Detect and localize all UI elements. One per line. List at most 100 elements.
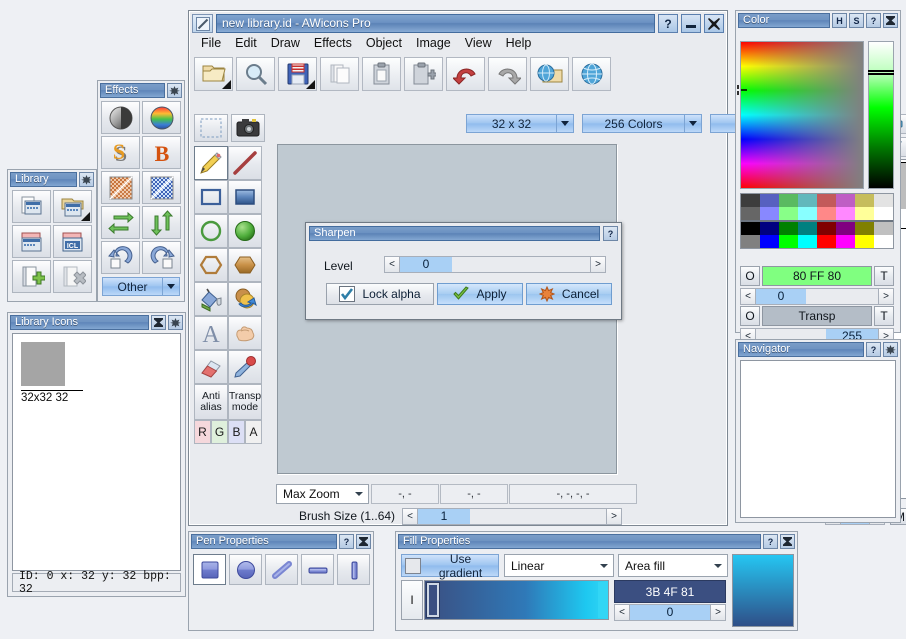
palette-swatch[interactable] (741, 207, 760, 220)
channel-r-button[interactable]: R (194, 420, 211, 444)
zoom-toolbar-button[interactable] (236, 57, 275, 91)
color-palette[interactable] (740, 193, 894, 249)
palette-swatch[interactable] (855, 222, 874, 235)
open-library-button[interactable] (53, 190, 92, 223)
gradient-stop-position-spinner[interactable]: < 0 > (614, 604, 726, 621)
palette-swatch[interactable] (836, 222, 855, 235)
palette-swatch[interactable] (817, 207, 836, 220)
size-dropdown[interactable]: 32 x 32 (466, 114, 574, 133)
hue-mode-button[interactable]: H (832, 13, 847, 28)
close-button[interactable] (704, 14, 724, 33)
saturation-value-field[interactable] (740, 41, 864, 189)
fg-transparency-button[interactable]: T (874, 266, 894, 286)
save-toolbar-button[interactable] (278, 57, 317, 91)
add-icon-button[interactable] (12, 260, 51, 293)
fg-alpha-decrement[interactable]: < (741, 289, 756, 304)
effect-checker-orange-button[interactable] (101, 171, 140, 204)
fg-alpha-value[interactable]: 0 (756, 289, 806, 304)
effect-flip-vertical-button[interactable] (142, 206, 181, 239)
gradient-stop-handle[interactable] (427, 583, 439, 617)
palette-swatch[interactable] (874, 207, 893, 220)
palette-swatch[interactable] (798, 222, 817, 235)
navigator-view[interactable] (740, 360, 896, 518)
gradient-strip[interactable] (424, 580, 609, 620)
palette-swatch[interactable] (760, 222, 779, 235)
open-library-toolbar-button[interactable] (194, 57, 233, 91)
new-library-button[interactable] (12, 190, 51, 223)
gradient-type-dropdown[interactable]: Linear (504, 554, 614, 577)
text-tool-button[interactable]: A (194, 316, 228, 350)
palette-swatch[interactable] (779, 194, 798, 207)
navigator-help-button[interactable]: ? (866, 342, 881, 357)
smudge-tool-button[interactable] (228, 316, 262, 350)
gradient-end-handle[interactable] (598, 582, 607, 618)
gradient-type-caret[interactable] (595, 564, 613, 568)
channel-a-button[interactable]: A (245, 420, 262, 444)
gradient-handle-button[interactable]: I (401, 580, 423, 620)
effect-rotate-right-button[interactable] (142, 241, 181, 274)
line-tool-button[interactable] (228, 146, 262, 180)
palette-swatch[interactable] (855, 235, 874, 248)
help-button[interactable]: ? (658, 14, 678, 33)
palette-swatch[interactable] (741, 235, 760, 248)
fg-color-value[interactable]: 80 FF 80 (762, 266, 872, 286)
menu-item-draw[interactable]: Draw (264, 34, 307, 52)
palette-swatch[interactable] (798, 194, 817, 207)
channel-b-button[interactable]: B (228, 420, 245, 444)
library-icons-list[interactable]: 32x32 32 (12, 333, 181, 571)
rectangle-outline-tool-button[interactable] (194, 180, 228, 214)
ellipse-filled-tool-button[interactable] (228, 214, 262, 248)
replace-color-tool-button[interactable] (228, 282, 262, 316)
fill-collapse-button[interactable] (780, 534, 795, 549)
palette-swatch[interactable] (855, 207, 874, 220)
brush-size-value[interactable]: 1 (418, 509, 470, 524)
effect-rotate-left-button[interactable] (101, 241, 140, 274)
library-icons-close-button[interactable] (168, 315, 183, 330)
menu-item-effects[interactable]: Effects (307, 34, 359, 52)
pen-shape-horizontal-button[interactable] (301, 554, 334, 585)
palette-swatch[interactable] (779, 235, 798, 248)
fill-mode-dropdown[interactable]: Area fill (618, 554, 728, 577)
gradient-stop-decrement[interactable]: < (615, 605, 630, 620)
copy-toolbar-button[interactable] (320, 57, 359, 91)
gradient-stop-increment[interactable]: > (710, 605, 725, 620)
fill-mode-caret[interactable] (709, 564, 727, 568)
palette-swatch[interactable] (779, 207, 798, 220)
fg-alpha-increment[interactable]: > (878, 289, 893, 304)
palette-swatch[interactable] (779, 222, 798, 235)
delete-icon-button[interactable] (53, 260, 92, 293)
pencil-tool-button[interactable] (194, 146, 228, 180)
menu-item-view[interactable]: View (458, 34, 499, 52)
undo-toolbar-button[interactable] (446, 57, 485, 91)
bg-opacity-button[interactable]: O (740, 306, 760, 326)
effects-panel-close-button[interactable] (167, 83, 182, 98)
library-panel-close-button[interactable] (79, 172, 94, 187)
pen-shape-slash-button[interactable] (265, 554, 298, 585)
paste-new-toolbar-button[interactable] (404, 57, 443, 91)
pen-shape-vertical-button[interactable] (337, 554, 370, 585)
palette-swatch[interactable] (741, 194, 760, 207)
menu-item-object[interactable]: Object (359, 34, 409, 52)
zoom-dropdown-caret[interactable] (350, 492, 368, 496)
level-increment[interactable]: > (590, 257, 605, 272)
ellipse-outline-tool-button[interactable] (194, 214, 228, 248)
transparency-mode-button[interactable]: Transp mode (228, 384, 262, 420)
menu-item-help[interactable]: Help (499, 34, 539, 52)
palette-swatch[interactable] (874, 235, 893, 248)
value-slider-handle[interactable] (868, 70, 894, 75)
use-gradient-checkbox[interactable] (405, 558, 421, 574)
fill-help-button[interactable]: ? (763, 534, 778, 549)
polygon-outline-tool-button[interactable] (194, 248, 228, 282)
effect-shadow-button[interactable]: SS (101, 136, 140, 169)
palette-swatch[interactable] (836, 235, 855, 248)
palette-swatch[interactable] (760, 207, 779, 220)
effect-flip-horizontal-button[interactable] (101, 206, 140, 239)
bg-transparency-button[interactable]: T (874, 306, 894, 326)
minimize-button[interactable] (681, 14, 701, 33)
effect-checker-blue-button[interactable] (142, 171, 181, 204)
list-item[interactable]: 32x32 32 (13, 334, 83, 404)
import-web-toolbar-button[interactable] (530, 57, 569, 91)
library-icons-collapse-button[interactable] (151, 315, 166, 330)
palette-swatch[interactable] (741, 222, 760, 235)
palette-swatch[interactable] (836, 194, 855, 207)
